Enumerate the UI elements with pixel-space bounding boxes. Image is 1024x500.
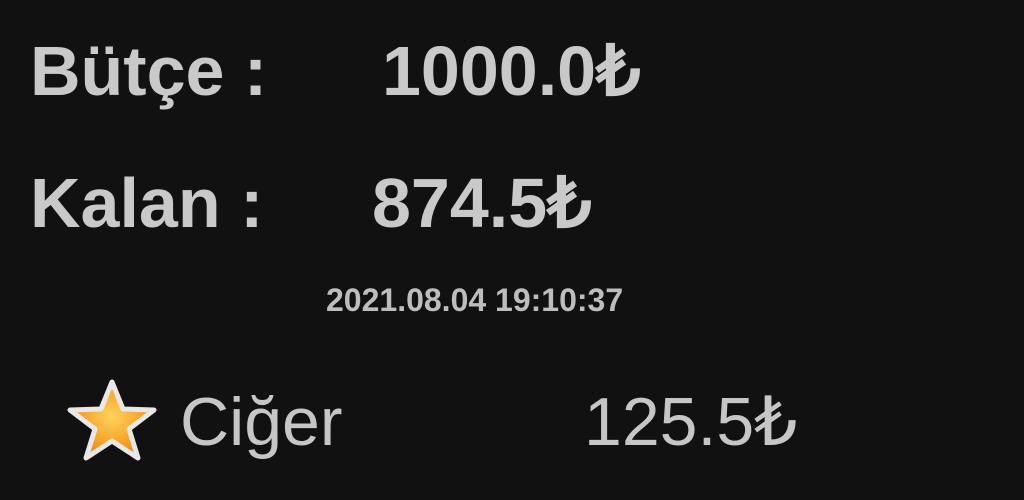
expense-list-item[interactable]: Ciğer 125.5₺ bbox=[0, 370, 1024, 470]
timestamp: 2021.08.04 19:10:37 bbox=[326, 282, 624, 318]
remaining-value: 874.5₺ bbox=[372, 164, 592, 242]
remaining-label: Kalan : bbox=[30, 164, 264, 242]
budget-label: Bütçe : bbox=[30, 32, 268, 110]
expense-amount: 125.5₺ bbox=[584, 384, 798, 460]
expense-name: Ciğer bbox=[180, 384, 343, 460]
star-icon bbox=[64, 378, 160, 462]
budget-value: 1000.0₺ bbox=[382, 32, 641, 110]
